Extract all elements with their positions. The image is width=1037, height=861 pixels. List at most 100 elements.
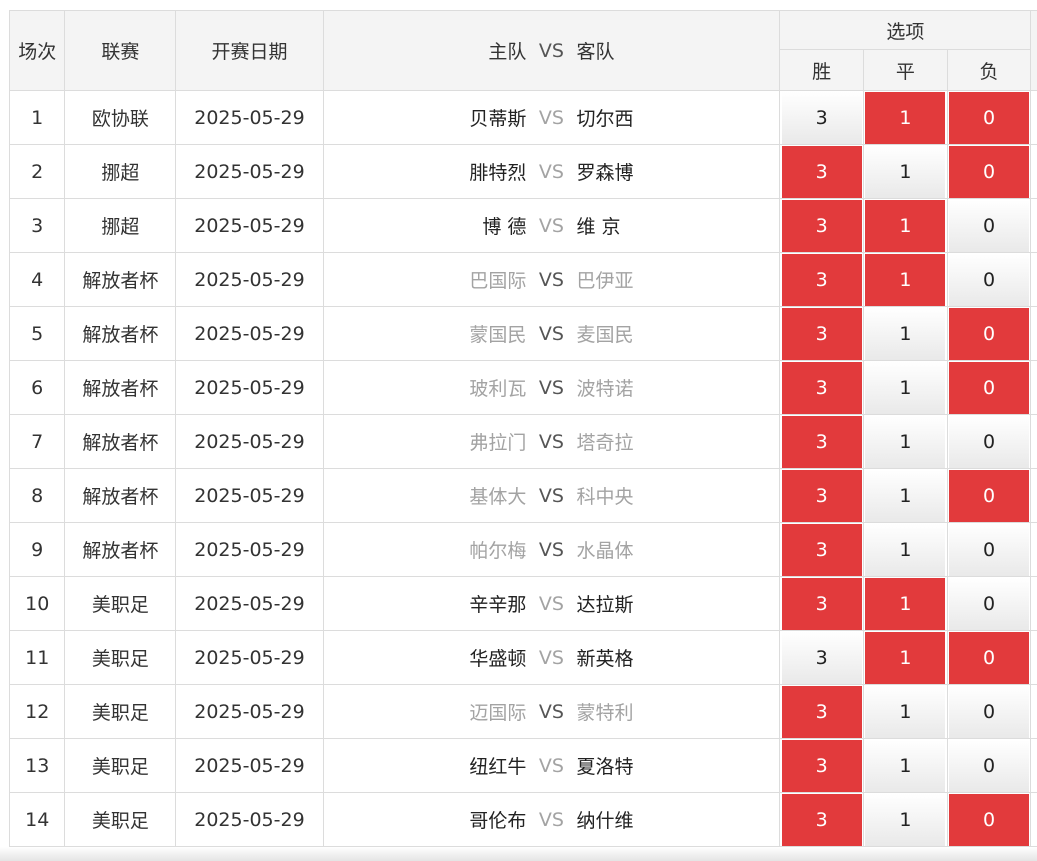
option-draw-button[interactable]: 1 — [865, 577, 946, 630]
home-team: 巴国际 — [469, 270, 527, 292]
option-lose-button[interactable]: 0 — [949, 739, 1030, 792]
option-lose-button[interactable]: 0 — [949, 631, 1030, 684]
match-row: 7 解放者杯 2025-05-29 弗拉门 VS 塔奇拉 3 1 0 — [8, 414, 1037, 469]
away-team: 纳什维 — [576, 810, 634, 832]
teams-cell: 玻利瓦 VS 波特诺 — [322, 360, 781, 415]
option-lose-button[interactable]: 0 — [949, 577, 1030, 630]
option-lose-button[interactable]: 0 — [949, 307, 1030, 360]
option-draw-button[interactable]: 1 — [865, 199, 946, 252]
option-win-button[interactable]: 3 — [781, 91, 862, 144]
option-lose-button[interactable]: 0 — [949, 145, 1030, 198]
option-draw-cell: 1 — [863, 738, 948, 793]
league-name: 解放者杯 — [64, 306, 177, 361]
match-number: 5 — [8, 306, 66, 361]
option-lose-button[interactable]: 0 — [949, 91, 1030, 144]
match-number: 10 — [8, 576, 66, 631]
option-lose-button[interactable]: 0 — [949, 361, 1030, 414]
match-row: 13 美职足 2025-05-29 纽红牛 VS 夏洛特 3 1 0 — [8, 738, 1037, 793]
away-team: 切尔西 — [576, 108, 634, 130]
option-lose-button[interactable]: 0 — [949, 199, 1030, 252]
home-team: 迈国际 — [469, 702, 527, 724]
match-number: 6 — [8, 360, 66, 415]
option-win-cell: 3 — [779, 144, 865, 199]
match-row: 14 美职足 2025-05-29 哥伦布 VS 纳什维 3 1 0 — [8, 792, 1037, 847]
home-team: 贝蒂斯 — [469, 108, 527, 130]
match-date: 2025-05-29 — [175, 90, 324, 145]
match-date: 2025-05-29 — [175, 576, 324, 631]
header-teams: 主队 VS 客队 — [322, 10, 781, 91]
option-win-button[interactable]: 3 — [781, 199, 862, 252]
row-spacer — [1030, 522, 1037, 577]
match-row: 5 解放者杯 2025-05-29 蒙国民 VS 麦国民 3 1 0 — [8, 306, 1037, 361]
option-lose-button[interactable]: 0 — [949, 685, 1030, 738]
option-lose-button[interactable]: 0 — [949, 523, 1030, 576]
option-win-button[interactable]: 3 — [781, 577, 862, 630]
option-win-button[interactable]: 3 — [781, 523, 862, 576]
table-header: 场次 联赛 开赛日期 主队 VS 客队 选项 胜 平 负 — [8, 10, 1037, 91]
match-date: 2025-05-29 — [175, 522, 324, 577]
option-draw-button[interactable]: 1 — [865, 523, 946, 576]
teams-cell: 哥伦布 VS 纳什维 — [322, 792, 781, 847]
league-name: 美职足 — [64, 684, 177, 739]
option-win-cell: 3 — [779, 522, 865, 577]
option-draw-button[interactable]: 1 — [865, 253, 946, 306]
option-win-button[interactable]: 3 — [781, 361, 862, 414]
option-draw-button[interactable]: 1 — [865, 739, 946, 792]
option-draw-button[interactable]: 1 — [865, 793, 946, 846]
match-date: 2025-05-29 — [175, 144, 324, 199]
option-draw-button[interactable]: 1 — [865, 415, 946, 468]
option-lose-button[interactable]: 0 — [949, 253, 1030, 306]
match-row: 6 解放者杯 2025-05-29 玻利瓦 VS 波特诺 3 1 0 — [8, 360, 1037, 415]
vs-label: VS — [538, 592, 564, 615]
row-spacer — [1030, 90, 1037, 145]
row-spacer — [1030, 468, 1037, 523]
match-number: 4 — [8, 252, 66, 307]
option-draw-button[interactable]: 1 — [865, 361, 946, 414]
league-name: 挪超 — [64, 144, 177, 199]
away-team: 波特诺 — [576, 378, 634, 400]
option-lose-cell: 0 — [946, 468, 1032, 523]
option-win-button[interactable]: 3 — [781, 739, 862, 792]
option-draw-button[interactable]: 1 — [865, 469, 946, 522]
row-spacer — [1030, 630, 1037, 685]
option-win-button[interactable]: 3 — [781, 253, 862, 306]
option-win-button[interactable]: 3 — [781, 307, 862, 360]
option-draw-button[interactable]: 1 — [865, 631, 946, 684]
header-league: 联赛 — [64, 10, 177, 91]
league-name: 欧协联 — [64, 90, 177, 145]
row-spacer — [1030, 306, 1037, 361]
option-win-button[interactable]: 3 — [781, 415, 862, 468]
league-name: 美职足 — [64, 792, 177, 847]
match-row: 10 美职足 2025-05-29 辛辛那 VS 达拉斯 3 1 0 — [8, 576, 1037, 631]
home-team: 腓特烈 — [469, 162, 527, 184]
option-lose-button[interactable]: 0 — [949, 469, 1030, 522]
option-lose-button[interactable]: 0 — [949, 415, 1030, 468]
match-number: 7 — [8, 414, 66, 469]
option-win-cell: 3 — [779, 198, 865, 253]
option-lose-cell: 0 — [946, 414, 1032, 469]
option-win-button[interactable]: 3 — [781, 145, 862, 198]
match-number: 2 — [8, 144, 66, 199]
option-win-button[interactable]: 3 — [781, 685, 862, 738]
header-option-draw: 平 — [863, 49, 948, 91]
row-spacer — [1030, 414, 1037, 469]
home-team: 纽红牛 — [469, 756, 527, 778]
option-win-button[interactable]: 3 — [781, 469, 862, 522]
league-name: 解放者杯 — [64, 522, 177, 577]
match-date: 2025-05-29 — [175, 792, 324, 847]
option-win-button[interactable]: 3 — [781, 793, 862, 846]
option-draw-cell: 1 — [863, 90, 948, 145]
league-name: 美职足 — [64, 576, 177, 631]
option-lose-button[interactable]: 0 — [949, 793, 1030, 846]
match-date: 2025-05-29 — [175, 306, 324, 361]
match-date: 2025-05-29 — [175, 468, 324, 523]
option-draw-button[interactable]: 1 — [865, 145, 946, 198]
option-draw-button[interactable]: 1 — [865, 91, 946, 144]
option-win-cell: 3 — [779, 90, 865, 145]
option-win-button[interactable]: 3 — [781, 631, 862, 684]
option-win-cell: 3 — [779, 684, 865, 739]
header-vs: VS — [538, 39, 564, 62]
match-date: 2025-05-29 — [175, 198, 324, 253]
option-draw-button[interactable]: 1 — [865, 307, 946, 360]
option-draw-button[interactable]: 1 — [865, 685, 946, 738]
